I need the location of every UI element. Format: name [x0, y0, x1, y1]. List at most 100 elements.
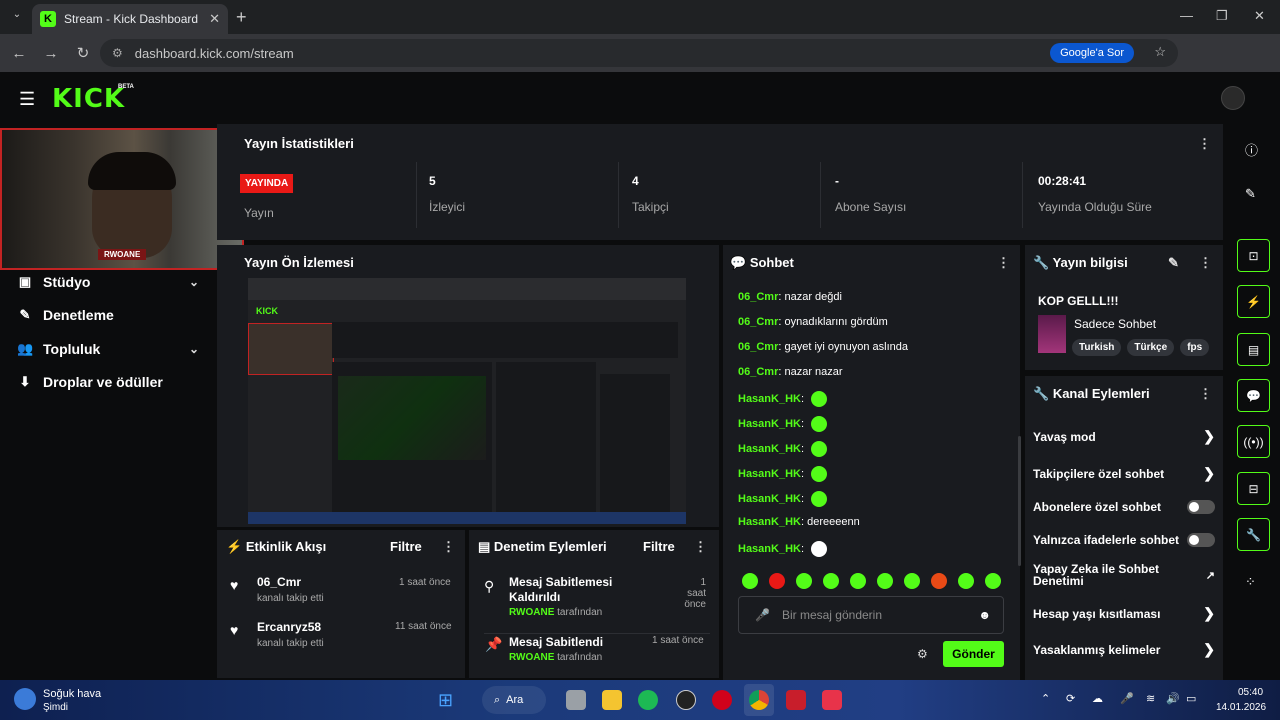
action-banned-words[interactable]: Yasaklanmış kelimeler ❯ — [1033, 641, 1215, 658]
edit-pencil-icon[interactable]: ✎ — [1168, 255, 1179, 271]
sidebar-item-studio[interactable]: ▣ Stüdyo ⌄ — [17, 272, 199, 292]
screenshot-icon[interactable]: ⊡ — [1237, 239, 1270, 272]
chat-bubble-icon[interactable]: 💬 — [1237, 379, 1270, 412]
action-slow-mode[interactable]: Yavaş mod ❯ — [1033, 428, 1215, 445]
chat-scrollbar[interactable] — [1018, 436, 1021, 566]
tag[interactable]: Türkçe — [1127, 339, 1175, 356]
minimize-icon[interactable]: — — [1180, 8, 1193, 23]
action-account-age[interactable]: Hesap yaşı kısıtlaması ❯ — [1033, 605, 1215, 622]
pocket-icon[interactable] — [822, 690, 842, 710]
moderator-name[interactable]: RWOANE — [509, 607, 554, 618]
activity-filter-button[interactable]: Filtre — [390, 539, 422, 554]
stream-preview[interactable]: KICK — [248, 278, 686, 524]
info-icon[interactable]: ⓘ — [1245, 140, 1258, 159]
broadcast-icon[interactable]: ((•)) — [1237, 425, 1270, 458]
activity-more-icon[interactable]: ⋮ — [442, 539, 455, 555]
sidebar-item-drops[interactable]: ⬇ Droplar ve ödüller — [17, 372, 199, 392]
clock-date[interactable]: 14.01.2026 — [1216, 702, 1266, 713]
chat-username[interactable]: HasanK_HK — [738, 393, 801, 405]
emote-icon[interactable] — [850, 573, 866, 589]
microphone-tray-icon[interactable]: 🎤 — [1120, 692, 1134, 705]
emote-icon[interactable] — [796, 573, 812, 589]
forward-icon[interactable]: → — [38, 45, 64, 62]
google-ask-button[interactable]: Google'a Sor — [1050, 43, 1134, 63]
action-followers-only[interactable]: Takipçilere özel sohbet ❯ — [1033, 465, 1215, 482]
emoji-icon[interactable]: ☻ — [978, 608, 991, 622]
chat-username[interactable]: HasanK_HK — [738, 493, 801, 505]
tag[interactable]: Turkish — [1072, 339, 1122, 356]
wrench-icon[interactable]: 🔧 — [1237, 518, 1270, 551]
windows-start-icon[interactable]: ⊞ — [438, 690, 453, 711]
category-name[interactable]: Sadece Sohbet — [1074, 317, 1156, 331]
taskbar-search[interactable]: ⌕ Ara — [482, 686, 546, 714]
emote-icon[interactable] — [985, 573, 1001, 589]
lightning-icon[interactable]: ⚡ — [1237, 285, 1270, 318]
weather-icon[interactable] — [14, 688, 36, 710]
chat-more-icon[interactable]: ⋮ — [997, 255, 1010, 271]
spotify-icon[interactable] — [638, 690, 658, 710]
emote-icon[interactable] — [877, 573, 893, 589]
close-tab-icon[interactable]: ✕ — [209, 11, 220, 27]
new-tab-icon[interactable]: + — [236, 7, 247, 28]
chat-username[interactable]: HasanK_HK — [738, 543, 801, 555]
action-subscribers-only[interactable]: Abonelere özel sohbet — [1033, 500, 1215, 514]
volume-icon[interactable]: 🔊 — [1166, 692, 1180, 705]
site-info-icon[interactable]: ⚙ — [112, 46, 123, 60]
moderation-more-icon[interactable]: ⋮ — [694, 539, 707, 555]
obs-icon[interactable] — [676, 690, 696, 710]
microphone-icon[interactable]: 🎤 — [755, 608, 770, 622]
tab-list-icon[interactable]: ⌄ — [8, 9, 26, 25]
sidebar-item-moderation[interactable]: ✎ Denetleme — [17, 305, 199, 325]
file-explorer-icon[interactable] — [602, 690, 622, 710]
emote-icon[interactable] — [904, 573, 920, 589]
user-avatar[interactable] — [1221, 86, 1245, 110]
chat-username[interactable]: HasanK_HK — [738, 516, 801, 528]
kick-logo[interactable]: KICK — [52, 84, 125, 114]
weather-title[interactable]: Soğuk hava — [43, 688, 101, 700]
hamburger-menu-icon[interactable]: ☰ — [19, 89, 35, 110]
opera-icon[interactable] — [712, 690, 732, 710]
app-icon[interactable] — [786, 690, 806, 710]
task-view-icon[interactable] — [566, 690, 586, 710]
moderator-name[interactable]: RWOANE — [509, 652, 554, 663]
emote-icon[interactable] — [958, 573, 974, 589]
action-ai-moderation[interactable]: Yapay Zeka ile Sohbet Denetimi ↗ — [1033, 563, 1215, 587]
emote-icon[interactable] — [769, 573, 785, 589]
send-button[interactable]: Gönder — [943, 641, 1004, 667]
cloud-icon[interactable]: ☁ — [1092, 692, 1103, 705]
sidebar-item-community[interactable]: 👥 Topluluk ⌄ — [17, 339, 199, 359]
edit-icon[interactable]: ✎ — [1245, 186, 1256, 202]
tray-chevron-icon[interactable]: ⌃ — [1041, 692, 1050, 705]
close-window-icon[interactable]: ✕ — [1254, 8, 1265, 24]
chat-username[interactable]: HasanK_HK — [738, 418, 801, 430]
browser-tab[interactable]: K Stream - Kick Dashboard ✕ — [32, 4, 228, 34]
chat-username[interactable]: 06_Cmr — [738, 341, 778, 353]
chat-username[interactable]: 06_Cmr — [738, 366, 778, 378]
chat-message-input[interactable]: 🎤 Bir mesaj gönderin ☻ — [738, 596, 1004, 634]
clock-time[interactable]: 05:40 — [1238, 687, 1263, 698]
activity-name[interactable]: 06_Cmr — [257, 575, 301, 589]
sync-icon[interactable]: ⟳ — [1066, 692, 1075, 705]
chat-username[interactable]: HasanK_HK — [738, 468, 801, 480]
subscribers-only-toggle[interactable] — [1187, 500, 1215, 514]
back-icon[interactable]: ← — [6, 45, 32, 62]
emote-icon[interactable] — [931, 573, 947, 589]
chrome-icon[interactable] — [749, 690, 769, 710]
battery-icon[interactable]: ▭ — [1186, 692, 1196, 705]
apps-icon[interactable]: ⁘ — [1245, 574, 1256, 590]
stats-more-icon[interactable]: ⋮ — [1198, 136, 1211, 152]
emote-icon[interactable] — [742, 573, 758, 589]
stream-info-more-icon[interactable]: ⋮ — [1199, 255, 1212, 271]
tag[interactable]: fps — [1180, 339, 1210, 356]
wifi-icon[interactable]: ≋ — [1146, 692, 1155, 705]
emote-icon[interactable] — [823, 573, 839, 589]
reload-icon[interactable]: ↻ — [70, 44, 96, 62]
chat-username[interactable]: 06_Cmr — [738, 316, 778, 328]
action-emote-only[interactable]: Yalnızca ifadelerle sohbet — [1033, 533, 1215, 547]
layout-icon[interactable]: ⊟ — [1237, 472, 1270, 505]
moderation-filter-button[interactable]: Filtre — [643, 539, 675, 554]
chat-username[interactable]: 06_Cmr — [738, 291, 778, 303]
activity-name[interactable]: Ercanryz58 — [257, 620, 321, 634]
chat-settings-icon[interactable]: ⚙ — [917, 647, 928, 661]
emote-only-toggle[interactable] — [1187, 533, 1215, 547]
